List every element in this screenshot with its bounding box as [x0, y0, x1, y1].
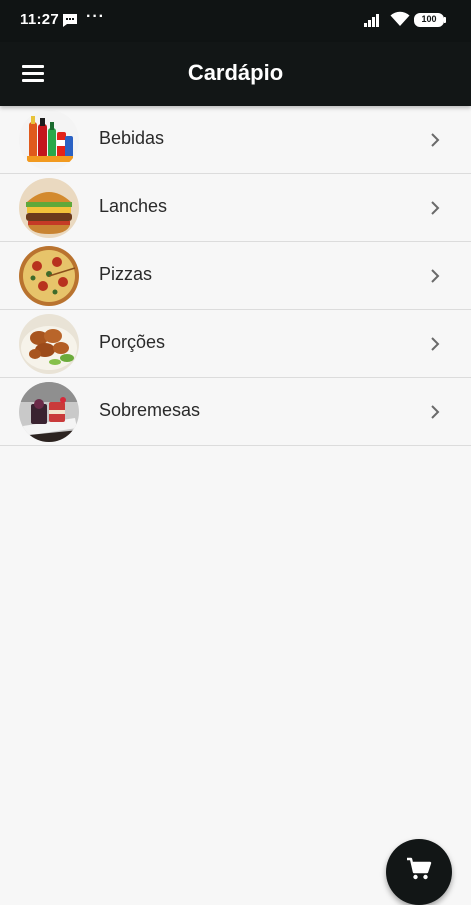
category-item-porcoes[interactable]: Porções	[0, 310, 471, 378]
page-title: Cardápio	[187, 60, 284, 85]
chevron-right-icon	[431, 133, 440, 147]
chevron-right-icon	[431, 337, 440, 351]
cart-button[interactable]	[386, 839, 452, 905]
category-label: Porções	[99, 332, 166, 352]
category-list: Bebidas Lanches Pizzas Porções Sobremesa…	[0, 106, 471, 446]
chevron-right-icon	[431, 269, 440, 283]
status-bar: 11:27 ··· 100	[0, 0, 471, 42]
signal-icon	[364, 14, 379, 27]
wifi-icon	[390, 11, 410, 26]
message-icon	[63, 14, 77, 27]
category-label: Sobremesas	[99, 400, 201, 420]
category-label: Bebidas	[99, 128, 165, 148]
more-notifications-icon: ···	[86, 8, 105, 25]
pizza-image	[19, 246, 79, 306]
chevron-right-icon	[431, 201, 440, 215]
battery-tip	[444, 17, 446, 23]
drinks-image	[19, 110, 79, 170]
burger-image	[19, 178, 79, 238]
category-item-lanches[interactable]: Lanches	[0, 174, 471, 242]
category-label: Lanches	[99, 196, 168, 216]
chevron-right-icon	[431, 405, 440, 419]
status-time: 11:27	[20, 11, 60, 28]
app-bar: Cardápio	[0, 42, 471, 106]
cart-icon	[407, 857, 432, 880]
category-label: Pizzas	[99, 264, 153, 284]
battery-icon: 100	[414, 13, 444, 27]
category-item-bebidas[interactable]: Bebidas	[0, 106, 471, 174]
category-item-sobremesas[interactable]: Sobremesas	[0, 378, 471, 446]
desserts-image	[19, 382, 79, 442]
category-item-pizzas[interactable]: Pizzas	[0, 242, 471, 310]
portions-image	[19, 314, 79, 374]
